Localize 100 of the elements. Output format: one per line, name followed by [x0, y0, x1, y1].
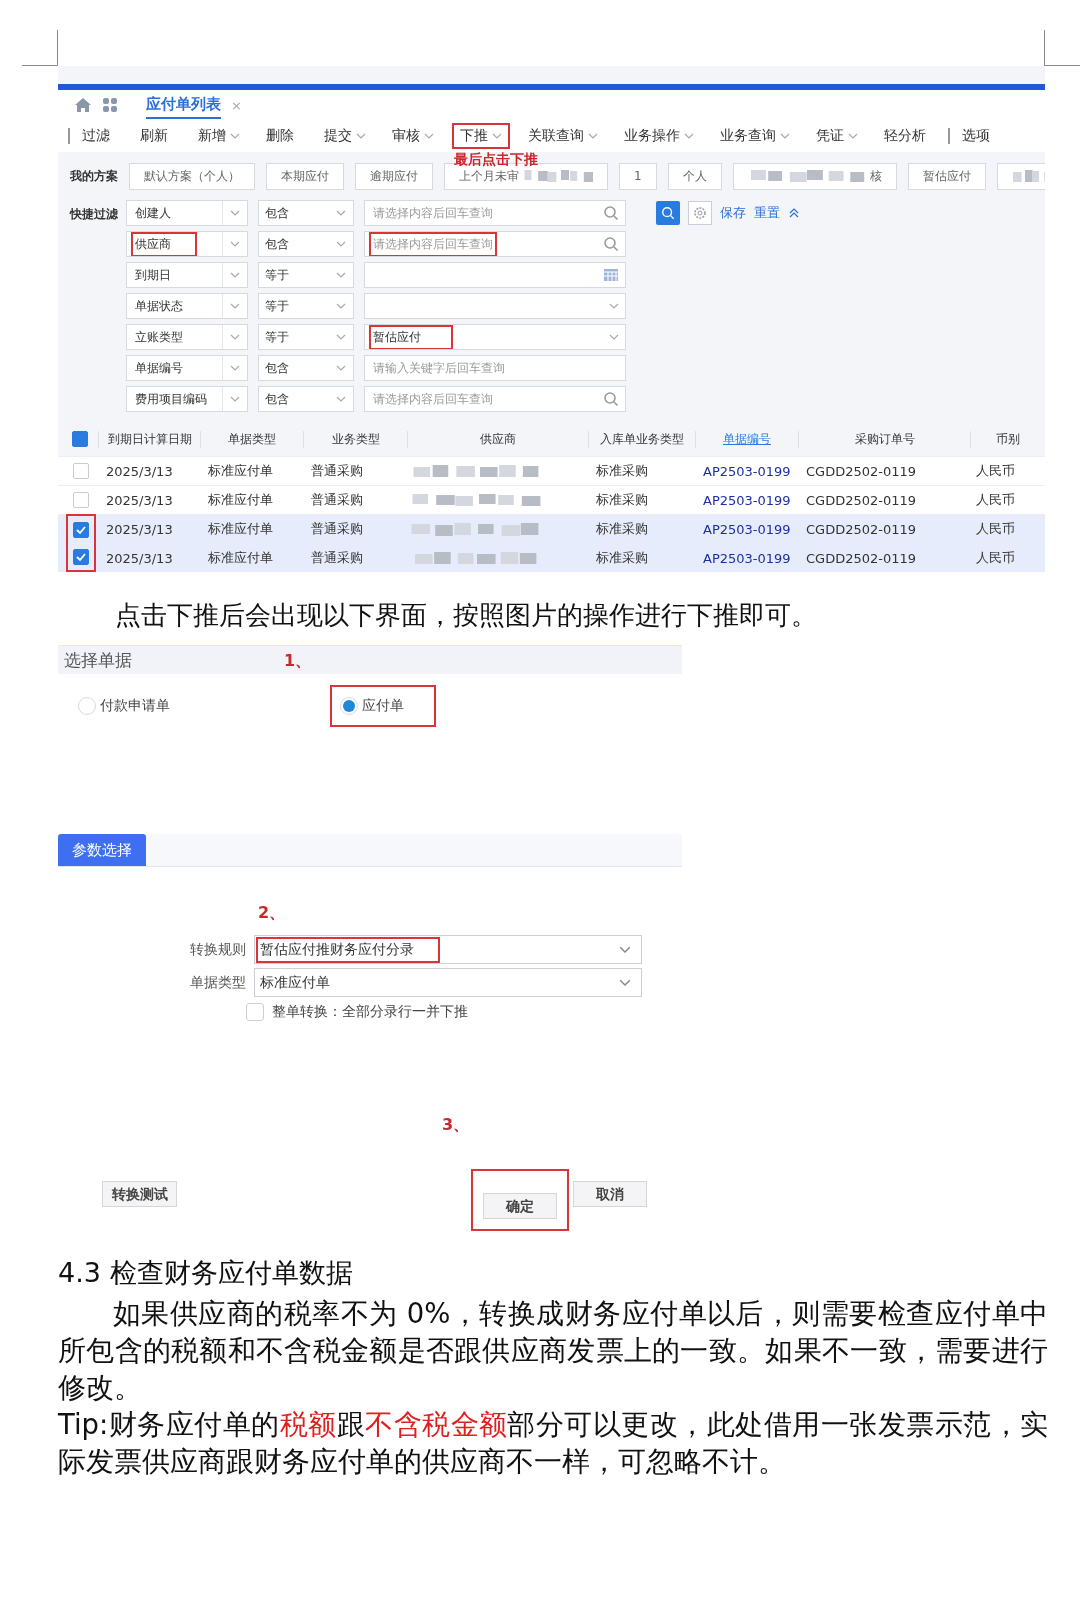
toolbar-button[interactable]: 业务操作 — [616, 123, 702, 149]
column-header: 到期日计算日期 — [98, 430, 200, 448]
scheme-chip[interactable]: 本期应付 — [266, 162, 344, 190]
filter-label: 快捷过滤 — [70, 206, 119, 223]
value-field[interactable] — [364, 262, 626, 288]
dialog-button[interactable]: 取消 — [571, 1179, 649, 1209]
toolbar-button[interactable]: 提交 — [316, 123, 374, 149]
search-icon — [661, 206, 675, 220]
field-name: 到期日 — [134, 266, 172, 284]
dialog-button[interactable]: 确定 — [471, 1169, 569, 1231]
table-cell-text: 人民币 — [975, 520, 1016, 538]
toolbar-button[interactable]: 新增 — [190, 123, 248, 149]
value-field[interactable]: 暂估应付 — [364, 324, 626, 350]
section-heading: 4.3 检查财务应付单数据 — [58, 1256, 354, 1290]
table-row[interactable]: 2025/3/13 标准应付单 普通采购 标准采购 AP2503-0199 CGDD2502-0119 人民币 — [58, 543, 1045, 572]
table-cell-text: CGDD2502-0119 — [805, 492, 918, 508]
row-checkbox[interactable] — [73, 462, 89, 479]
toolbar-button[interactable]: 审核 — [384, 123, 442, 149]
table-cell-text: 标准应付单 — [207, 520, 274, 538]
operator-select[interactable]: 等于 — [258, 262, 354, 288]
grid-icon — [102, 97, 118, 113]
radio-option[interactable]: 付款申请单 — [68, 685, 202, 727]
operator-select[interactable]: 包含 — [258, 386, 354, 412]
field-select[interactable]: 到期日 — [126, 262, 248, 288]
caret-icon — [230, 396, 240, 402]
settings-icon — [693, 206, 707, 220]
toolbar-button[interactable]: 关联查询 — [520, 123, 606, 149]
caret-icon — [336, 334, 346, 340]
instruction-text: 点击下推后会出现以下界面，按照图片的操作进行下推即可。 — [115, 599, 818, 632]
row-checkbox[interactable] — [73, 548, 89, 565]
caret-icon — [619, 945, 631, 954]
field-select[interactable]: 立账类型 — [126, 324, 248, 350]
field-select[interactable]: 供应商 — [126, 231, 248, 257]
toolbar-button[interactable]: 刷新 — [132, 123, 176, 149]
caret-icon — [230, 133, 240, 139]
collapse-icon[interactable] — [788, 207, 800, 219]
operator-select[interactable]: 等于 — [258, 293, 354, 319]
test-button[interactable]: 转换测试 — [100, 1179, 179, 1209]
scheme-chip[interactable]: 核 — [732, 162, 897, 190]
field-select[interactable]: 费用项目编码 — [126, 386, 248, 412]
home-icon — [74, 97, 92, 113]
field-name: 费用项目编码 — [134, 390, 208, 408]
table-cell-text: 人民币 — [975, 491, 1016, 509]
placeholder: 请选择内容后回车查询 — [372, 204, 494, 222]
table-cell-text: 标准应付单 — [207, 491, 274, 509]
checkbox[interactable] — [246, 1003, 264, 1021]
operator-select[interactable]: 包含 — [258, 355, 354, 381]
operator-select[interactable]: 包含 — [258, 200, 354, 226]
column-header-link[interactable]: 单据编号 — [695, 430, 798, 448]
caret-icon — [609, 334, 619, 340]
toolbar-button[interactable]: 选项 — [954, 123, 998, 149]
toolbar-button[interactable]: 下推 — [452, 123, 510, 149]
radio-option[interactable]: 应付单 — [330, 685, 436, 727]
scheme-chip[interactable]: 逾期应付 — [355, 162, 433, 190]
operator-select[interactable]: 等于 — [258, 324, 354, 350]
caret-icon — [230, 272, 240, 278]
caret-icon — [230, 303, 240, 309]
table-cell-text: CGDD2502-0119 — [805, 550, 918, 566]
step-number: 2、 — [258, 903, 286, 924]
scheme-chip[interactable]: 1 — [619, 162, 657, 190]
settings-button[interactable] — [688, 201, 712, 225]
column-header: 供应商 — [407, 430, 588, 448]
field-name: 单据编号 — [134, 359, 184, 377]
search-icon — [603, 391, 619, 407]
operator-select[interactable]: 包含 — [258, 231, 354, 257]
field-select[interactable]: 单据状态 — [126, 293, 248, 319]
value-field[interactable] — [364, 293, 626, 319]
scheme-chip[interactable]: 默认方案（个人） — [129, 162, 255, 190]
column-header: 采购订单号 — [798, 430, 970, 448]
table-cell-text: 2025/3/13 — [105, 521, 174, 537]
row-checkbox[interactable] — [73, 491, 89, 508]
select-all-checkbox[interactable] — [72, 431, 88, 447]
scheme-chip[interactable]: 暂估应付 — [907, 162, 986, 190]
field-name: 供应商 — [131, 232, 197, 256]
parameter-tab[interactable]: 参数选择 — [58, 834, 146, 866]
table-cell-text: 2025/3/13 — [105, 492, 174, 508]
toolbar-button[interactable]: 轻分析 — [876, 123, 934, 149]
caret-icon — [336, 210, 346, 216]
table-cell-text: 2025/3/13 — [105, 463, 174, 479]
row-checkbox[interactable] — [73, 521, 89, 538]
save-link[interactable]: 保存 — [720, 204, 746, 222]
caret-icon — [780, 133, 790, 139]
field-select[interactable]: 创建人 — [126, 200, 248, 226]
table-cell-text: AP2503-0199 — [702, 521, 792, 537]
param-select[interactable]: 标准应付单 — [254, 968, 642, 997]
table-row[interactable]: 2025/3/13 标准应付单 普通采购 标准采购 AP2503-0199 CGDD2502-0119 人民币 — [58, 514, 1045, 543]
caret-icon — [609, 303, 619, 309]
placeholder: 请选择内容后回车查询 — [372, 390, 494, 408]
search-button[interactable] — [656, 201, 680, 225]
toolbar-button[interactable]: 过滤 — [74, 123, 118, 149]
table-cell-text: 标准采购 — [595, 520, 649, 538]
param-select[interactable]: 暂估应付推财务应付分录 — [254, 935, 642, 964]
toolbar-button[interactable]: 凭证 — [808, 123, 866, 149]
caret-icon — [230, 241, 240, 247]
toolbar-button[interactable]: 删除 — [258, 123, 302, 149]
column-header: 币别 — [970, 430, 1045, 448]
reset-link[interactable]: 重置 — [754, 204, 780, 222]
field-select[interactable]: 单据编号 — [126, 355, 248, 381]
toolbar-button[interactable]: 业务查询 — [712, 123, 798, 149]
scheme-chip[interactable]: 个人 — [667, 162, 722, 190]
